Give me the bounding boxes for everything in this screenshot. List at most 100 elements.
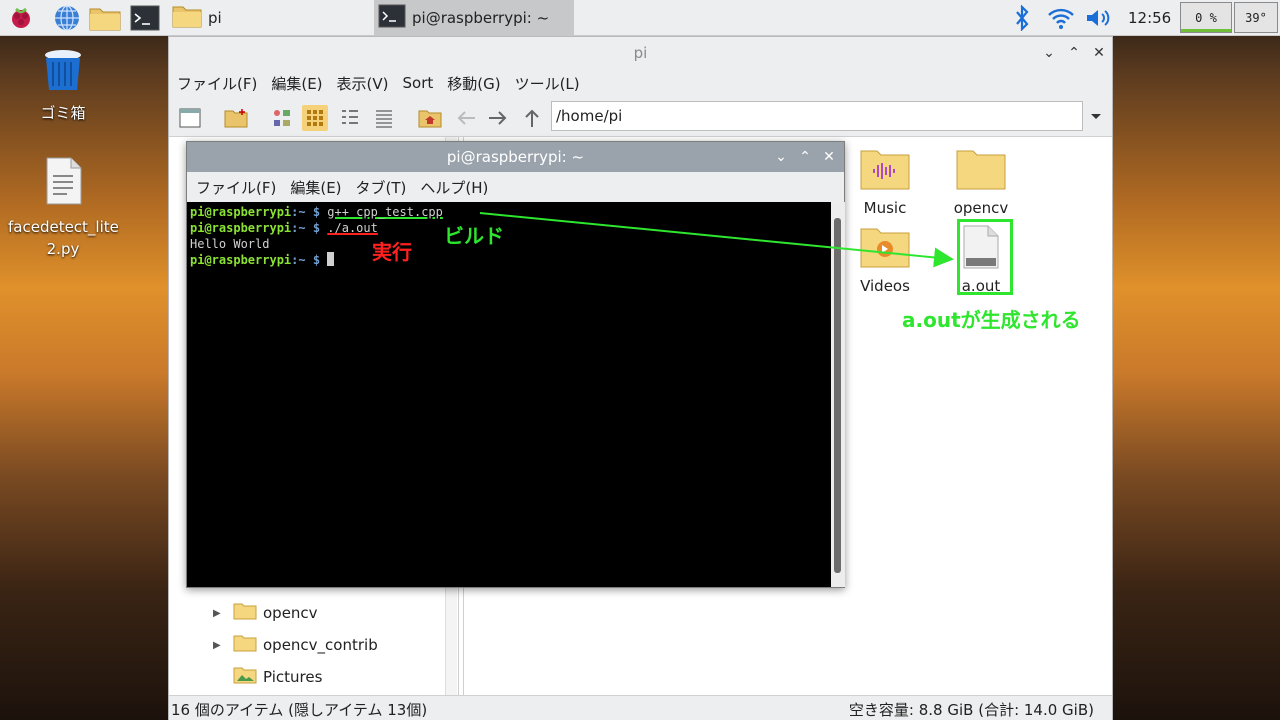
task-label: pi@raspberrypi: ~ — [412, 9, 550, 27]
home-icon[interactable] — [417, 105, 443, 131]
text-cursor — [327, 252, 335, 266]
annotation-build: ビルド — [444, 224, 504, 248]
bluetooth-icon[interactable] — [1012, 0, 1032, 36]
item-count: 16 個のアイテム (隠しアイテム 13個) — [171, 701, 428, 719]
file-item-music[interactable]: Music — [850, 147, 920, 217]
task-file-manager[interactable]: pi — [172, 0, 372, 36]
folder-icon — [233, 602, 257, 624]
pictures-folder-icon — [233, 666, 257, 688]
highlight-box — [957, 219, 1013, 295]
menu-edit[interactable]: 編集(E) — [290, 177, 341, 198]
folder-icon — [946, 147, 1016, 195]
web-browser-icon[interactable] — [51, 3, 83, 33]
tree-item-opencv[interactable]: ▶ opencv — [169, 597, 318, 629]
thumbnail-view-icon[interactable] — [302, 105, 328, 131]
list-view-icon[interactable] — [371, 105, 397, 131]
terminal-line: pi@raspberrypi:~ $ g++ cpp_test.cpp — [190, 204, 829, 220]
window-title: pi@raspberrypi: ~ — [446, 148, 585, 166]
compact-view-icon[interactable] — [337, 105, 363, 131]
path-input[interactable]: /home/pi — [551, 101, 1083, 131]
prompt-user: pi@raspberrypi — [190, 205, 292, 219]
tree-item-label: Pictures — [263, 668, 323, 686]
chevron-down-icon[interactable] — [1087, 107, 1105, 125]
file-item-opencv[interactable]: opencv — [946, 147, 1016, 217]
folder-icon — [172, 4, 202, 32]
menu-file[interactable]: ファイル(F) — [196, 177, 276, 198]
tree-item-pictures[interactable]: Pictures — [169, 661, 322, 693]
menu-go[interactable]: 移動(G) — [447, 73, 500, 94]
taskbar: pi pi@raspberrypi: ~ 12:56 0 % 39° — [0, 0, 1280, 36]
new-folder-icon[interactable] — [223, 105, 249, 131]
terminal-icon[interactable] — [129, 3, 161, 33]
file-label: Videos — [860, 277, 910, 295]
window-titlebar[interactable]: pi@raspberrypi: ~ ⌄ ⌃ ✕ — [187, 142, 844, 172]
python-file-icon — [8, 156, 118, 212]
prompt-user: pi@raspberrypi — [190, 253, 292, 267]
chevron-right-icon[interactable]: ▶ — [213, 640, 233, 651]
music-folder-icon — [850, 147, 920, 195]
up-icon[interactable] — [519, 105, 545, 131]
prompt-path: :~ $ — [291, 205, 328, 219]
toolbar: /home/pi — [169, 97, 1112, 137]
menu-edit[interactable]: 編集(E) — [271, 73, 322, 94]
temperature-monitor[interactable]: 39° — [1234, 2, 1278, 33]
file-label: opencv — [953, 199, 1009, 217]
tree-item-label: opencv — [263, 604, 318, 622]
command-run: ./a.out — [327, 221, 378, 235]
wifi-icon[interactable] — [1046, 0, 1076, 36]
raspberry-menu-icon[interactable] — [5, 3, 37, 33]
desktop-icon-trash[interactable]: ゴミ箱 — [8, 46, 118, 123]
minimize-icon[interactable]: ⌄ — [769, 142, 793, 172]
tree-item-opencv-contrib[interactable]: ▶ opencv_contrib — [169, 629, 378, 661]
maximize-icon[interactable]: ⌃ — [793, 142, 817, 172]
task-terminal[interactable]: pi@raspberrypi: ~ — [374, 0, 574, 36]
forward-icon[interactable] — [485, 105, 511, 131]
prompt-path: :~ $ — [291, 253, 328, 267]
minimize-icon[interactable]: ⌄ — [1037, 37, 1061, 69]
maximize-icon[interactable]: ⌃ — [1062, 37, 1086, 69]
window-titlebar[interactable]: pi ⌄ ⌃ ✕ — [169, 37, 1112, 69]
program-output: Hello World — [190, 237, 270, 251]
menu-view[interactable]: 表示(V) — [337, 73, 389, 94]
file-item-videos[interactable]: Videos — [850, 225, 920, 295]
window-title: pi — [633, 44, 648, 62]
close-icon[interactable]: ✕ — [1087, 37, 1111, 69]
desktop-icon-label: facedetect_lite 2.py — [8, 218, 119, 258]
menu-tools[interactable]: ツール(L) — [515, 73, 580, 94]
volume-icon[interactable] — [1084, 0, 1114, 36]
menu-help[interactable]: ヘルプ(H) — [420, 177, 488, 198]
menu-bar: ファイル(F) 編集(E) 表示(V) Sort 移動(G) ツール(L) — [169, 69, 1112, 97]
prompt-user: pi@raspberrypi — [190, 221, 292, 235]
video-folder-icon — [850, 225, 920, 273]
terminal-line: pi@raspberrypi:~ $ ./a.out — [190, 220, 829, 236]
cpu-monitor[interactable]: 0 % — [1180, 2, 1232, 33]
close-icon[interactable]: ✕ — [817, 142, 841, 172]
terminal-scrollbar[interactable] — [831, 202, 845, 587]
terminal-line: pi@raspberrypi:~ $ — [190, 252, 829, 268]
menu-sort[interactable]: Sort — [403, 74, 434, 92]
task-label: pi — [208, 9, 222, 27]
terminal-window: pi@raspberrypi: ~ ⌄ ⌃ ✕ ファイル(F) 編集(E) タブ… — [186, 141, 845, 588]
new-window-icon[interactable] — [177, 105, 203, 131]
annotation-run: 実行 — [372, 240, 412, 264]
scrollbar-thumb[interactable] — [834, 218, 841, 573]
command-build: g++ cpp_test.cpp — [327, 205, 443, 219]
free-space: 空き容量: 8.8 GiB (合計: 14.0 GiB) — [848, 701, 1094, 719]
desktop-icon-python-file[interactable]: facedetect_lite 2.py — [8, 156, 119, 260]
chevron-right-icon[interactable]: ▶ — [213, 608, 233, 619]
menu-bar: ファイル(F) 編集(E) タブ(T) ヘルプ(H) — [187, 172, 844, 202]
terminal-icon — [378, 4, 406, 32]
back-icon[interactable] — [453, 105, 479, 131]
menu-tabs[interactable]: タブ(T) — [356, 177, 407, 198]
menu-file[interactable]: ファイル(F) — [177, 73, 257, 94]
status-bar: 16 個のアイテム (隠しアイテム 13個) 空き容量: 8.8 GiB (合計… — [169, 695, 1112, 720]
annotation-generated: a.outが生成される — [902, 308, 1081, 332]
tree-item-label: opencv_contrib — [263, 636, 378, 654]
terminal-output[interactable]: pi@raspberrypi:~ $ g++ cpp_test.cpp pi@ra… — [188, 202, 831, 587]
file-manager-icon[interactable] — [89, 3, 121, 33]
prompt-path: :~ $ — [291, 221, 328, 235]
folder-icon — [233, 634, 257, 656]
clock[interactable]: 12:56 — [1128, 0, 1171, 36]
file-label: Music — [863, 199, 907, 217]
icon-view-icon[interactable] — [269, 105, 295, 131]
